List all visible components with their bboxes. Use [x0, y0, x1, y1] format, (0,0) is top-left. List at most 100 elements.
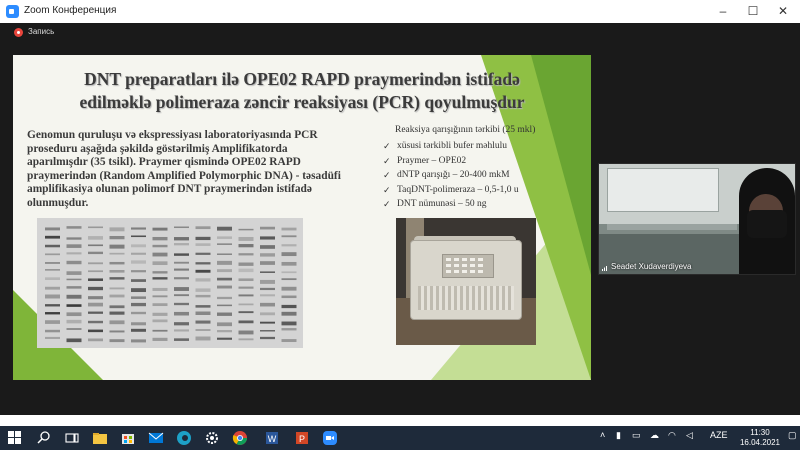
- gel-band: [131, 302, 146, 307]
- gel-band: [260, 294, 275, 297]
- chevron-up-icon[interactable]: ˄: [600, 430, 605, 440]
- gel-band: [195, 269, 211, 273]
- gel-band: [109, 277, 125, 280]
- gel-band: [217, 337, 232, 340]
- gel-band: [281, 339, 297, 343]
- gel-band: [281, 311, 297, 316]
- edge-icon[interactable]: [176, 430, 192, 446]
- gel-band: [217, 322, 232, 327]
- wifi-icon[interactable]: ◠: [668, 430, 676, 441]
- record-icon: [14, 28, 23, 37]
- gel-band: [281, 321, 297, 326]
- gel-band: [217, 285, 232, 289]
- mail-icon[interactable]: [148, 430, 164, 446]
- gel-band: [66, 328, 82, 330]
- gel-band: [109, 252, 125, 255]
- gel-band: [66, 237, 82, 240]
- slide-title-line2: edilməklə polimeraza zəncir reaksiyası (…: [79, 92, 525, 112]
- gel-band: [195, 262, 211, 265]
- volume-icon[interactable]: ◁: [686, 430, 693, 441]
- gel-band: [281, 261, 297, 266]
- powerpoint-icon[interactable]: P: [294, 430, 310, 446]
- slide-body-text: Genomun quruluşu və ekspressiyası labora…: [27, 129, 341, 209]
- settings-icon[interactable]: [204, 430, 220, 446]
- gel-band: [88, 311, 103, 314]
- close-button[interactable]: ✕: [768, 0, 798, 23]
- gel-band: [88, 329, 103, 333]
- gel-band: [131, 270, 146, 273]
- gel-band: [152, 227, 168, 231]
- zoom-icon[interactable]: [322, 430, 338, 446]
- gel-band: [217, 269, 232, 273]
- file-explorer-icon[interactable]: [92, 430, 108, 446]
- maximize-button[interactable]: ☐: [738, 0, 768, 23]
- gel-band: [45, 277, 60, 280]
- gel-band: [174, 294, 189, 297]
- gel-band: [238, 294, 254, 297]
- gel-band: [66, 226, 82, 229]
- gel-band: [281, 278, 297, 281]
- minimize-button[interactable]: –: [708, 0, 738, 23]
- gel-band: [195, 226, 211, 230]
- gel-band: [152, 319, 168, 323]
- gel-band: [260, 312, 275, 316]
- list-item: ✓ dNTP qarışığı – 20-400 mkM: [383, 168, 519, 183]
- chrome-icon[interactable]: [232, 430, 248, 446]
- gel-band: [45, 262, 60, 264]
- gel-band: [66, 278, 82, 281]
- gel-band: [88, 251, 103, 255]
- participant-name-bar: Seadet Xudaverdiyeva: [599, 260, 795, 274]
- language-indicator[interactable]: AZE: [710, 430, 728, 440]
- gel-band: [66, 244, 82, 248]
- gel-band: [217, 330, 232, 333]
- search-icon[interactable]: [36, 430, 52, 446]
- gel-band: [174, 322, 189, 326]
- gel-band: [66, 312, 82, 317]
- gel-band: [88, 320, 103, 324]
- clock-date[interactable]: 16.04.2021: [734, 438, 786, 447]
- gel-band: [152, 329, 168, 332]
- store-icon[interactable]: [120, 430, 136, 446]
- word-icon[interactable]: W: [264, 430, 280, 446]
- gel-band: [195, 311, 211, 316]
- windows-start-icon[interactable]: [8, 431, 22, 445]
- gel-band: [281, 271, 297, 274]
- gel-band: [281, 235, 297, 238]
- gel-band: [66, 294, 82, 299]
- gel-band: [174, 277, 189, 280]
- battery-icon[interactable]: ▭: [632, 430, 641, 441]
- notifications-icon[interactable]: ▢: [788, 430, 797, 441]
- gel-band: [281, 304, 297, 309]
- gel-band: [131, 260, 146, 264]
- gel-band: [238, 268, 254, 273]
- gel-band: [88, 296, 103, 300]
- clock-time[interactable]: 11:30: [740, 428, 780, 437]
- gel-band: [152, 303, 168, 307]
- gel-band: [260, 279, 275, 284]
- zoom-app-icon: [6, 5, 19, 18]
- gel-band: [260, 287, 275, 291]
- gel-band: [152, 287, 168, 291]
- gel-band: [88, 244, 103, 247]
- gel-band: [174, 237, 189, 241]
- gel-band: [174, 287, 189, 291]
- task-view-icon[interactable]: [64, 430, 80, 446]
- gel-band: [217, 312, 232, 316]
- gel-band: [88, 338, 103, 342]
- slide-title: DNT preparatları ilə OPE02 RAPD praymeri…: [13, 68, 591, 114]
- gel-band: [174, 253, 189, 256]
- participant-video-tile[interactable]: Seadet Xudaverdiyeva: [598, 163, 796, 275]
- gel-band: [152, 252, 168, 257]
- gel-band: [66, 252, 82, 255]
- gel-band: [109, 235, 125, 240]
- gel-band: [238, 338, 254, 341]
- gel-band: [238, 228, 254, 231]
- gel-bands-graphic: [37, 218, 303, 348]
- signal-bars-icon: [602, 266, 607, 271]
- onedrive-icon[interactable]: ☁: [650, 430, 659, 441]
- gel-band: [66, 271, 82, 275]
- gel-band: [195, 278, 211, 282]
- network-icon[interactable]: ▮: [616, 430, 621, 441]
- gel-band: [109, 287, 125, 290]
- gel-band: [45, 336, 60, 339]
